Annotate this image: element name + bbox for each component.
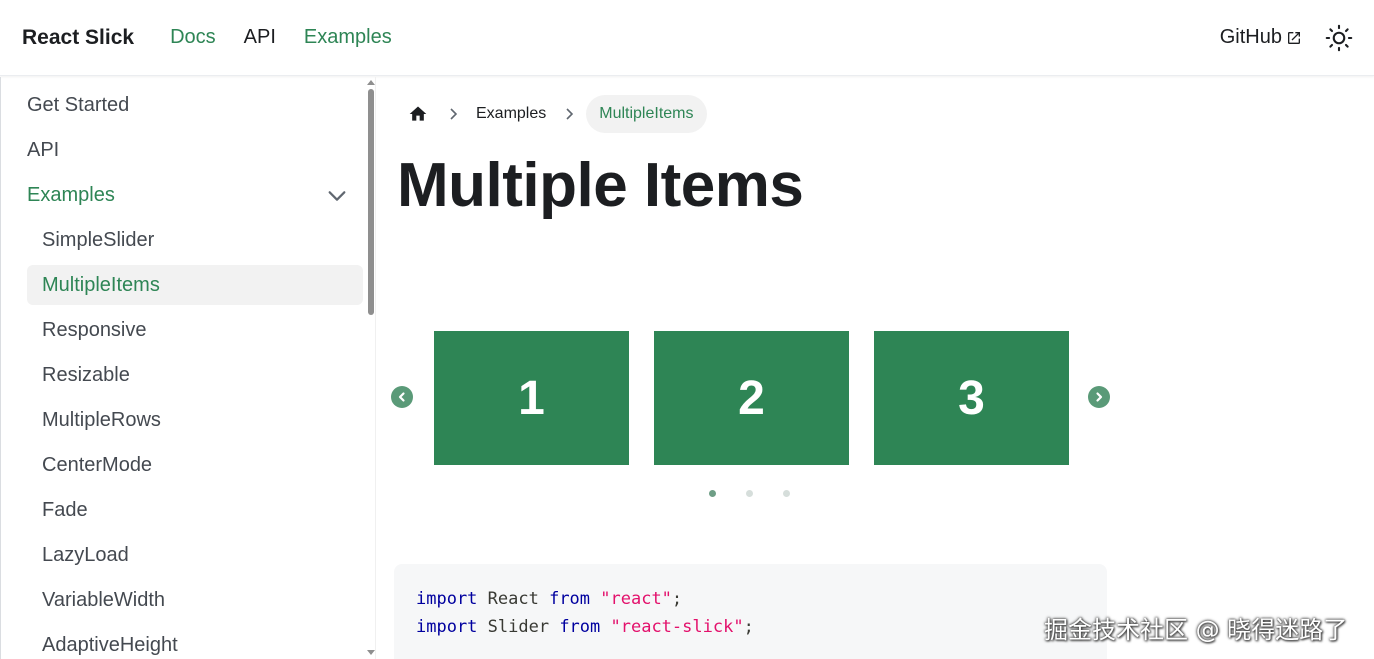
breadcrumb-home-link[interactable] bbox=[400, 96, 436, 132]
slider-prev-button[interactable] bbox=[391, 386, 413, 408]
slider-dot-1[interactable] bbox=[709, 490, 716, 497]
scroll-down-arrow-icon[interactable] bbox=[367, 650, 375, 655]
navbar-right: GitHub bbox=[1220, 23, 1354, 53]
github-link[interactable]: GitHub bbox=[1220, 26, 1302, 49]
chevron-down-icon bbox=[328, 191, 346, 201]
breadcrumb-separator-icon bbox=[552, 107, 586, 121]
breadcrumb-examples[interactable]: Examples bbox=[470, 105, 552, 123]
sidebar-item-get-started[interactable]: Get Started bbox=[27, 85, 129, 125]
sidebar-subitem-simpleslider[interactable]: SimpleSlider bbox=[27, 220, 363, 260]
slider-next-button[interactable] bbox=[1088, 386, 1110, 408]
sidebar-subitem-multipleitems[interactable]: MultipleItems bbox=[27, 265, 363, 305]
slide-3[interactable]: 3 bbox=[874, 331, 1069, 465]
sidebar-subitem-variablewidth[interactable]: VariableWidth bbox=[27, 580, 363, 620]
sidebar-subitem-centermode[interactable]: CenterMode bbox=[27, 445, 363, 485]
slider-dot-2[interactable] bbox=[746, 490, 753, 497]
brand-logo-link[interactable]: React Slick bbox=[22, 26, 134, 50]
slide-1[interactable]: 1 bbox=[434, 331, 629, 465]
chevron-left-icon bbox=[398, 392, 405, 402]
sidebar-subitem-resizable[interactable]: Resizable bbox=[27, 355, 363, 395]
nav-link-api[interactable]: API bbox=[244, 26, 276, 49]
home-icon bbox=[409, 106, 427, 121]
scrollbar-thumb[interactable] bbox=[368, 89, 374, 315]
github-link-label: GitHub bbox=[1219, 26, 1282, 48]
theme-toggle-button[interactable] bbox=[1324, 23, 1354, 53]
slider-dots bbox=[709, 490, 820, 497]
watermark: 掘金技术社区 @ 晓得迷路了 bbox=[1044, 616, 1348, 644]
sidebar-item-examples[interactable]: Examples bbox=[27, 175, 115, 215]
sidebar-subitem-responsive[interactable]: Responsive bbox=[27, 310, 363, 350]
slide-2[interactable]: 2 bbox=[654, 331, 849, 465]
code-block: import React from "react"; import Slider… bbox=[394, 564, 1107, 659]
nav-link-docs[interactable]: Docs bbox=[170, 26, 216, 49]
sidebar-subitem-adaptiveheight[interactable]: AdaptiveHeight bbox=[27, 625, 363, 659]
code-line-2: import Slider from "react-slick"; bbox=[416, 617, 754, 637]
breadcrumb-current: MultipleItems bbox=[586, 95, 707, 133]
scroll-up-arrow-icon[interactable] bbox=[367, 80, 375, 85]
sidebar-scrollbar[interactable] bbox=[364, 77, 375, 659]
chevron-right-icon bbox=[1096, 392, 1103, 402]
breadcrumb-separator-icon bbox=[436, 107, 470, 121]
slider-dot-3[interactable] bbox=[783, 490, 790, 497]
sidebar-subitem-fade[interactable]: Fade bbox=[27, 490, 363, 530]
nav-link-examples[interactable]: Examples bbox=[304, 26, 392, 49]
external-link-icon bbox=[1288, 31, 1300, 44]
page-title: Multiple Items bbox=[397, 151, 804, 220]
sidebar-subitem-lazyload[interactable]: LazyLoad bbox=[27, 535, 363, 575]
breadcrumb: Examples MultipleItems bbox=[400, 95, 707, 133]
sidebar-collapse-button[interactable] bbox=[323, 182, 351, 210]
navbar: React Slick Docs API Examples GitHub bbox=[0, 0, 1374, 76]
sun-icon bbox=[1325, 24, 1353, 51]
sidebar-item-api[interactable]: API bbox=[27, 130, 59, 170]
sidebar: Get Started API Examples SimpleSlider Mu… bbox=[0, 77, 376, 659]
code-line-1: import React from "react"; bbox=[416, 589, 683, 609]
sidebar-subitem-multiplerows[interactable]: MultipleRows bbox=[27, 400, 363, 440]
